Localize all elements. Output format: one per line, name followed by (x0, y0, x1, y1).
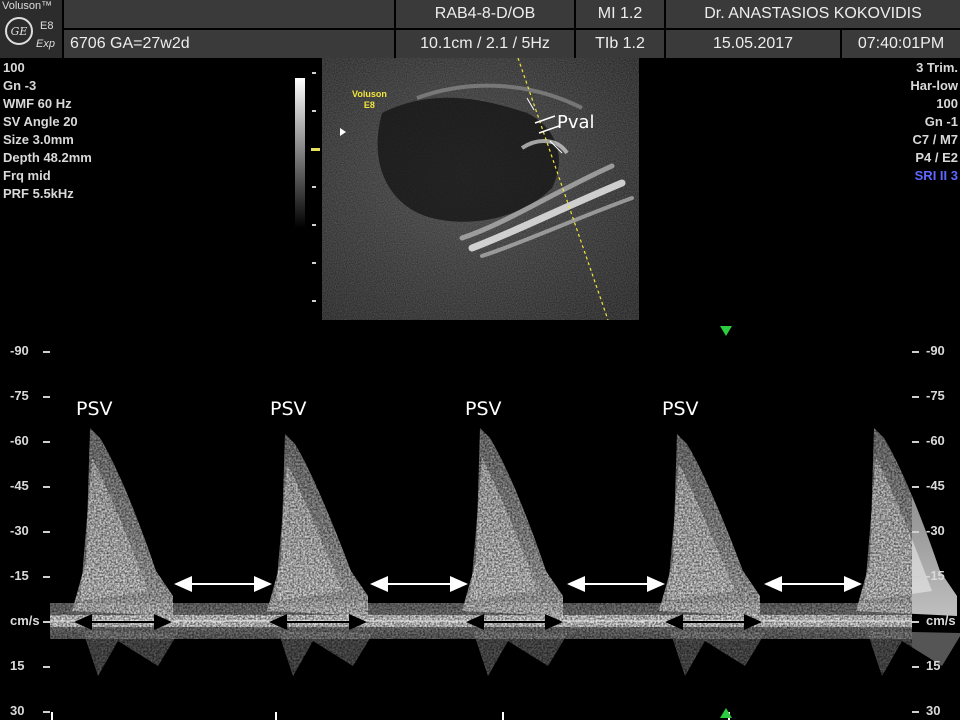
depth-tick (312, 300, 316, 302)
velocity-scale-tick (43, 621, 50, 623)
velocity-scale-label: 15 (926, 658, 941, 673)
velocity-scale-label: -75 (926, 388, 945, 403)
systolic-peak-core (275, 464, 343, 601)
velocity-scale-label: -60 (926, 433, 945, 448)
left-parameter-list: 100 Gn -3 WMF 60 Hz SV Angle 20 Size 3.0… (3, 59, 92, 203)
velocity-scale-tick (912, 531, 919, 533)
velocity-scale-tick (912, 441, 919, 443)
focus-arrow-icon (340, 128, 346, 136)
velocity-scale-tick (912, 621, 919, 623)
velocity-scale-tick (43, 351, 50, 353)
b-mode-logo-model: E8 (363, 100, 375, 110)
psv-label: PSV (662, 398, 699, 420)
depth-tick (312, 262, 316, 264)
velocity-scale-tick (912, 666, 919, 668)
doctor-name: Dr. ANASTASIOS KOKOVIDIS (666, 0, 960, 28)
sweep-marker-bottom-icon (720, 708, 732, 718)
reverse-flow-envelope (278, 631, 373, 676)
depth-tick (312, 110, 316, 112)
systolic-peak-core (470, 458, 538, 601)
ge-logo: Voluson™ GE E8 Exp (0, 0, 62, 58)
header-blank-cell (64, 0, 394, 28)
param-power-b: 100 (936, 96, 958, 111)
systolic-peak-envelope (462, 428, 563, 616)
tib-value: TIb 1.2 (576, 30, 664, 58)
velocity-scale-label: cm/s (926, 613, 956, 628)
systolic-peak-envelope (72, 428, 173, 616)
reverse-flow-envelope (670, 631, 765, 676)
spectrum-speckle (50, 420, 912, 680)
param-harmonic: Har-low (910, 78, 958, 93)
systolic-peak-core (864, 458, 932, 601)
reverse-flow-envelope (83, 631, 178, 676)
psv-label: PSV (270, 398, 307, 420)
velocity-scale-label: -15 (926, 568, 945, 583)
param-wall-filter: WMF 60 Hz (3, 96, 72, 111)
b-mode-logo-brand: Voluson (352, 89, 387, 99)
velocity-scale-tick (912, 486, 919, 488)
depth-frequency: 10.1cm / 2.1 / 5Hz (396, 30, 574, 58)
param-gain-b: Gn -1 (924, 114, 958, 129)
velocity-scale-tick (912, 396, 919, 398)
param-depth: Depth 48.2mm (3, 150, 92, 165)
pval-annotation: Pval (557, 112, 595, 133)
reverse-flow-envelope (473, 631, 568, 676)
param-persistence: P4 / E2 (915, 150, 958, 165)
param-frequency: Frq mid (3, 168, 51, 183)
param-sv-angle: SV Angle 20 (3, 114, 78, 129)
velocity-scale-tick (912, 711, 919, 713)
param-power: 100 (3, 60, 25, 75)
param-preset: 3 Trim. (916, 60, 958, 75)
patient-id: 6706 GA=27w2d (64, 30, 394, 58)
velocity-scale-tick (912, 351, 919, 353)
velocity-scale-tick (43, 531, 50, 533)
exam-date: 15.05.2017 (666, 30, 840, 58)
velocity-scale-tick (43, 711, 50, 713)
depth-tick (312, 72, 316, 74)
systolic-peak-envelope (659, 434, 760, 616)
systolic-peak-envelope (267, 434, 368, 616)
exam-time: 07:40:01PM (842, 30, 960, 58)
systolic-peak-core (667, 464, 735, 601)
ge-logo-icon: GE (5, 17, 33, 45)
velocity-scale-label: 30 (926, 703, 941, 718)
param-gain: Gn -3 (3, 78, 37, 93)
velocity-scale-label: -30 (926, 523, 945, 538)
probe-label: RAB4-8-D/OB (396, 0, 574, 28)
velocity-scale-label: -90 (926, 343, 945, 358)
mi-value: MI 1.2 (576, 0, 664, 28)
velocity-scale-tick (912, 576, 919, 578)
baseline-band-core (50, 615, 912, 627)
systolic-peak-envelope (856, 428, 957, 616)
velocity-scale-tick (43, 666, 50, 668)
baseline-band (50, 603, 912, 639)
right-parameter-list: 3 Trim. Har-low 100 Gn -1 C7 / M7 P4 / E… (910, 59, 958, 185)
systolic-peak-core (80, 458, 148, 601)
b-mode-logo: Voluson E8 (352, 89, 387, 111)
velocity-scale-tick (43, 441, 50, 443)
header-bar: Voluson™ GE E8 Exp RAB4-8-D/OB MI 1.2 Dr… (0, 0, 960, 58)
grayscale-bar (295, 78, 305, 228)
model-subname: Exp (36, 38, 55, 50)
psv-label: PSV (76, 398, 113, 420)
sweep-marker-top-icon (720, 326, 732, 336)
velocity-scale-tick (43, 576, 50, 578)
velocity-scale-tick (43, 396, 50, 398)
depth-tick (312, 224, 316, 226)
depth-tick (312, 186, 316, 188)
velocity-scale-tick (43, 486, 50, 488)
focus-marker (311, 148, 320, 151)
brand-name: Voluson™ (2, 0, 53, 12)
param-sri: SRI II 3 (914, 168, 958, 183)
psv-label: PSV (465, 398, 502, 420)
param-prf: PRF 5.5kHz (3, 186, 74, 201)
model-name: E8 (40, 20, 54, 32)
param-sample-size: Size 3.0mm (3, 132, 74, 147)
velocity-scale-label: -45 (926, 478, 945, 493)
param-contrast-map: C7 / M7 (912, 132, 958, 147)
